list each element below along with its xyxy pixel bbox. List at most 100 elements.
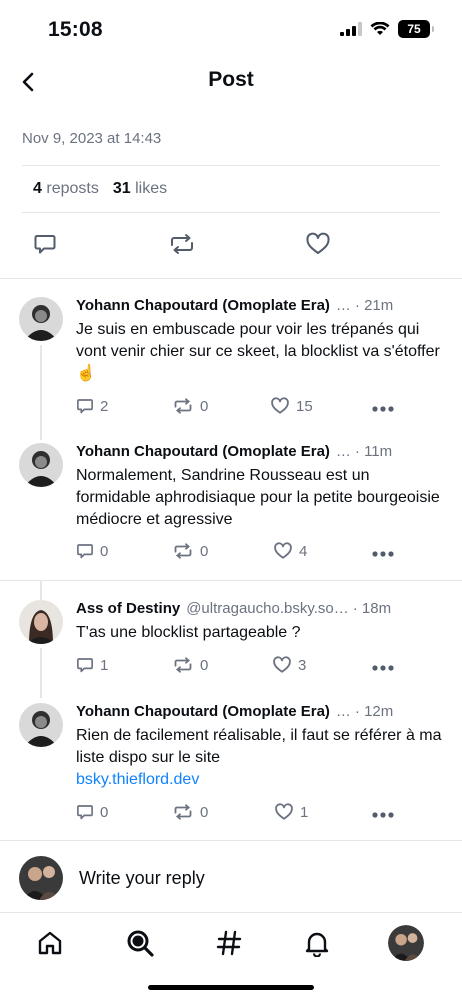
ellipsis-icon bbox=[372, 665, 394, 671]
reply-item[interactable]: Yohann Chapoutard (Omoplate Era) … · 12m… bbox=[0, 703, 462, 833]
thread-connector bbox=[40, 580, 42, 600]
divider bbox=[22, 165, 440, 166]
post-date: Nov 9, 2023 at 14:43 bbox=[22, 130, 162, 147]
status-time: 15:08 bbox=[48, 18, 103, 41]
reply-button[interactable]: 2 bbox=[76, 397, 108, 415]
reply-item[interactable]: Yohann Chapoutard (Omoplate Era) … · 11m… bbox=[0, 443, 462, 573]
like-button[interactable]: 3 bbox=[272, 656, 306, 674]
reply-input[interactable]: Write your reply bbox=[79, 868, 205, 889]
reply-header: Yohann Chapoutard (Omoplate Era) … · 11m bbox=[76, 443, 442, 460]
heart-icon bbox=[271, 397, 289, 414]
post-time: · 21m bbox=[354, 297, 394, 314]
reply-item[interactable]: Ass of Destiny @ultragaucho.bsky.so… · 1… bbox=[0, 600, 462, 680]
repost-count: 0 bbox=[200, 397, 209, 415]
more-button[interactable] bbox=[372, 399, 394, 417]
reply-count: 0 bbox=[100, 542, 109, 560]
reply-count: 0 bbox=[100, 803, 109, 821]
more-button[interactable] bbox=[372, 658, 394, 676]
status-bar: 15:08 75 bbox=[0, 0, 462, 56]
author-name[interactable]: Yohann Chapoutard (Omoplate Era) bbox=[76, 443, 330, 460]
reply-text-container: Rien de facilement réalisable, il faut s… bbox=[76, 725, 442, 791]
tab-notifications[interactable] bbox=[299, 925, 335, 961]
like-count: 15 bbox=[296, 397, 313, 415]
more-button[interactable] bbox=[372, 544, 394, 562]
reply-button[interactable]: 0 bbox=[76, 542, 108, 560]
avatar[interactable] bbox=[19, 600, 63, 644]
status-icons: 75 bbox=[340, 20, 434, 38]
page-title: Post bbox=[208, 68, 254, 91]
likes-stat[interactable]: 31 likes bbox=[113, 180, 167, 198]
speech-bubble-icon bbox=[77, 544, 93, 559]
reply-actions: 0 0 1 bbox=[76, 803, 416, 825]
likes-label: likes bbox=[135, 180, 168, 197]
reply-actions: 0 0 4 bbox=[76, 542, 416, 564]
reply-actions: 2 0 15 bbox=[76, 397, 416, 419]
divider bbox=[0, 580, 462, 581]
reply-button[interactable]: 0 bbox=[76, 803, 108, 821]
avatar[interactable] bbox=[19, 703, 63, 747]
like-button[interactable]: 1 bbox=[274, 803, 308, 821]
battery-indicator: 75 bbox=[398, 20, 434, 38]
author-name[interactable]: Yohann Chapoutard (Omoplate Era) bbox=[76, 297, 330, 314]
author-handle: @ultragaucho.bsky.so… bbox=[186, 600, 349, 617]
speech-bubble-icon bbox=[77, 805, 93, 820]
signal-icon bbox=[340, 22, 362, 36]
like-button[interactable] bbox=[305, 232, 331, 261]
repost-arrows-icon bbox=[174, 804, 192, 820]
like-button[interactable]: 4 bbox=[273, 542, 307, 560]
repost-button[interactable]: 0 bbox=[172, 397, 208, 415]
search-icon bbox=[127, 930, 154, 957]
avatar-image bbox=[19, 703, 63, 747]
tab-feeds[interactable] bbox=[211, 925, 247, 961]
reply-composer[interactable]: Write your reply bbox=[0, 850, 462, 910]
like-button[interactable]: 15 bbox=[270, 397, 313, 415]
repost-button[interactable]: 0 bbox=[172, 803, 208, 821]
reply-text: T'as une blocklist partageable ? bbox=[76, 624, 301, 641]
post-time: · 18m bbox=[352, 600, 392, 617]
reposts-count: 4 bbox=[33, 180, 42, 197]
home-icon bbox=[38, 931, 62, 955]
tab-search[interactable] bbox=[122, 925, 158, 961]
nav-header: Post bbox=[0, 60, 462, 104]
heart-icon bbox=[273, 656, 291, 673]
tab-home[interactable] bbox=[32, 925, 68, 961]
heart-icon bbox=[306, 232, 330, 254]
author-name[interactable]: Ass of Destiny bbox=[76, 600, 180, 617]
author-handle: … bbox=[335, 297, 351, 314]
repost-button[interactable] bbox=[168, 232, 196, 261]
avatar-image bbox=[388, 925, 424, 961]
avatar-image bbox=[19, 600, 63, 644]
reposts-stat[interactable]: 4 reposts bbox=[33, 180, 99, 198]
ellipsis-icon bbox=[372, 406, 394, 412]
repost-button[interactable]: 0 bbox=[172, 542, 208, 560]
speech-bubble-icon bbox=[77, 399, 93, 414]
hashtag-icon bbox=[216, 930, 242, 956]
heart-icon bbox=[274, 542, 292, 559]
ellipsis-icon bbox=[372, 551, 394, 557]
more-button[interactable] bbox=[372, 805, 394, 823]
speech-bubble-icon bbox=[77, 658, 93, 673]
repost-button[interactable]: 0 bbox=[172, 656, 208, 674]
author-name[interactable]: Yohann Chapoutard (Omoplate Era) bbox=[76, 703, 330, 720]
likes-count: 31 bbox=[112, 180, 131, 197]
tab-profile[interactable] bbox=[388, 925, 424, 961]
reply-button[interactable]: 1 bbox=[76, 656, 108, 674]
repost-arrows-icon bbox=[174, 398, 192, 414]
reply-count: 2 bbox=[100, 397, 109, 415]
post-stats: 4 reposts 31 likes bbox=[33, 180, 167, 198]
reply-header: Yohann Chapoutard (Omoplate Era) … · 12m bbox=[76, 703, 442, 720]
reply-header: Ass of Destiny @ultragaucho.bsky.so… · 1… bbox=[76, 600, 442, 617]
avatar[interactable] bbox=[19, 443, 63, 487]
post-time: · 12m bbox=[354, 703, 394, 720]
home-indicator bbox=[148, 985, 314, 990]
reply-actions: 1 0 3 bbox=[76, 656, 416, 678]
reply-button[interactable] bbox=[33, 232, 57, 261]
avatar-image bbox=[19, 443, 63, 487]
heart-icon bbox=[275, 803, 293, 820]
avatar[interactable] bbox=[19, 297, 63, 341]
reply-text: Je suis en embuscade pour voir les trépa… bbox=[76, 321, 440, 382]
reply-link[interactable]: bsky.thieflord.dev bbox=[76, 771, 199, 788]
reply-item[interactable]: Yohann Chapoutard (Omoplate Era) … · 21m… bbox=[0, 297, 462, 427]
tab-bar bbox=[0, 912, 462, 1000]
divider bbox=[22, 212, 440, 213]
